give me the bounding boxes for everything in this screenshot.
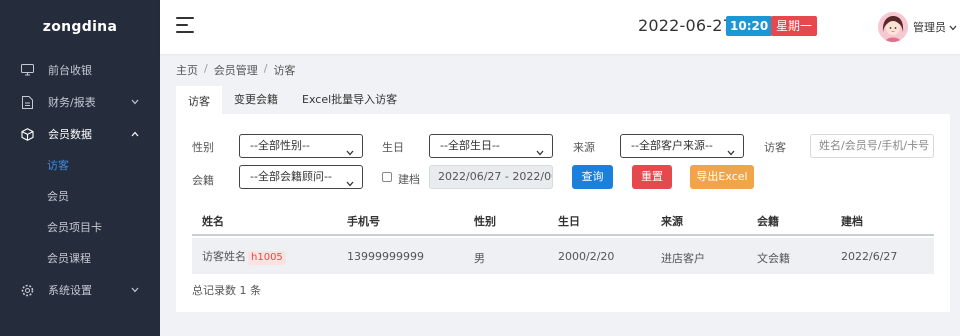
table-header: 姓名 手机号 性别 生日 来源 会籍 建档 xyxy=(192,204,934,236)
tab-visitor[interactable]: 访客 xyxy=(176,86,222,114)
sidebar-item-label: 前台收银 xyxy=(48,64,92,77)
column-header: 会籍 xyxy=(757,215,779,228)
source-label: 来源 xyxy=(573,141,595,154)
chevron-up-icon xyxy=(130,129,140,139)
tab-change-membership[interactable]: 变更会籍 xyxy=(222,86,290,114)
monitor-icon xyxy=(20,63,34,77)
chevron-down-icon xyxy=(346,142,354,156)
visitor-panel: 性别 --全部性别-- 生日 --全部生日-- 来源 --全部客户来源-- 访客… xyxy=(176,114,950,312)
sidebar-item-label: 会员数据 xyxy=(48,128,92,141)
chevron-down-icon xyxy=(130,97,140,107)
chevron-down-icon xyxy=(130,285,140,295)
tab-excel-import[interactable]: Excel批量导入访客 xyxy=(290,86,409,114)
sidebar-item-label: 系统设置 xyxy=(48,284,92,297)
column-header: 建档 xyxy=(841,215,863,228)
weekday-badge: 星期一 xyxy=(771,16,818,36)
top-header: 2022-06-27 10:20 星期一 管理员 xyxy=(160,0,960,54)
sidebar: zongdina 前台收银 财务/报表 会员数据 访客 会员 会员项目卡 会员课… xyxy=(0,0,160,336)
member-tag: h1005 xyxy=(248,251,286,265)
source-select[interactable]: --全部客户来源-- xyxy=(620,134,744,158)
date-range-input[interactable]: 2022/06/27 - 2022/06/ xyxy=(429,165,553,189)
reset-button[interactable]: 重置 xyxy=(632,165,672,189)
sidebar-item-cashier[interactable]: 前台收银 xyxy=(0,54,160,86)
column-header: 来源 xyxy=(661,215,683,228)
cube-icon xyxy=(20,127,34,141)
breadcrumb: 主页 / 会员管理 / 访客 xyxy=(176,62,295,78)
cell-phone: 13999999999 xyxy=(347,250,424,263)
breadcrumb-member-management[interactable]: 会员管理 xyxy=(214,62,258,78)
visitor-search-input[interactable]: 姓名/会员号/手机/卡号 xyxy=(810,134,934,158)
total-records: 总记录数 1 条 xyxy=(192,284,261,297)
menu-toggle-icon[interactable] xyxy=(176,17,196,35)
document-icon xyxy=(20,95,34,109)
brand-logo: zongdina xyxy=(42,19,118,35)
chevron-down-icon[interactable] xyxy=(949,21,957,31)
chevron-down-icon xyxy=(346,173,354,187)
gear-icon xyxy=(20,283,34,297)
cell-membership: 文会籍 xyxy=(757,252,790,265)
avatar[interactable] xyxy=(878,12,908,42)
time-badge: 10:20 xyxy=(726,16,773,36)
breadcrumb-separator: / xyxy=(263,62,268,75)
cell-gender: 男 xyxy=(474,252,485,265)
cell-name: 访客姓名 h1005 xyxy=(202,248,286,265)
column-header: 姓名 xyxy=(202,215,224,228)
gender-label: 性别 xyxy=(192,141,214,154)
sidebar-item-finance[interactable]: 财务/报表 xyxy=(0,86,160,118)
sidebar-item-label: 财务/报表 xyxy=(48,96,96,109)
sidebar-item-member-data[interactable]: 会员数据 xyxy=(0,118,160,150)
breadcrumb-home[interactable]: 主页 xyxy=(176,62,198,78)
cell-birthday: 2000/2/20 xyxy=(558,250,615,263)
column-header: 生日 xyxy=(558,215,580,228)
cell-created: 2022/6/27 xyxy=(841,250,898,263)
table-row[interactable]: 访客姓名 h1005 13999999999 男 2000/2/20 进店客户 文… xyxy=(192,238,934,274)
breadcrumb-separator: / xyxy=(204,62,208,75)
birthday-label: 生日 xyxy=(382,141,404,154)
chevron-down-icon xyxy=(727,142,735,156)
sidebar-subitem-visitor[interactable]: 访客 xyxy=(0,150,160,181)
current-date: 2022-06-27 xyxy=(638,16,733,35)
chevron-down-icon xyxy=(536,142,544,156)
user-name[interactable]: 管理员 xyxy=(913,19,946,35)
membership-select[interactable]: --全部会籍顾问-- xyxy=(239,165,363,189)
sidebar-subitem-course[interactable]: 会员课程 xyxy=(0,243,160,274)
breadcrumb-current: 访客 xyxy=(273,64,296,77)
tab-bar: 访客 变更会籍 Excel批量导入访客 xyxy=(176,86,409,114)
column-header: 性别 xyxy=(474,215,496,228)
birthday-select[interactable]: --全部生日-- xyxy=(429,134,553,158)
sidebar-subitem-member[interactable]: 会员 xyxy=(0,181,160,212)
created-checkbox[interactable] xyxy=(382,172,392,182)
query-button[interactable]: 查询 xyxy=(572,165,613,189)
gender-select[interactable]: --全部性别-- xyxy=(239,134,363,158)
column-header: 手机号 xyxy=(347,215,380,228)
sidebar-subitem-project-card[interactable]: 会员项目卡 xyxy=(0,212,160,243)
cell-source: 进店客户 xyxy=(661,252,705,265)
sidebar-item-settings[interactable]: 系统设置 xyxy=(0,274,160,306)
export-excel-button[interactable]: 导出Excel xyxy=(690,165,754,189)
created-label: 建档 xyxy=(398,173,420,186)
visitor-label: 访客 xyxy=(764,141,786,154)
membership-label: 会籍 xyxy=(192,174,214,187)
